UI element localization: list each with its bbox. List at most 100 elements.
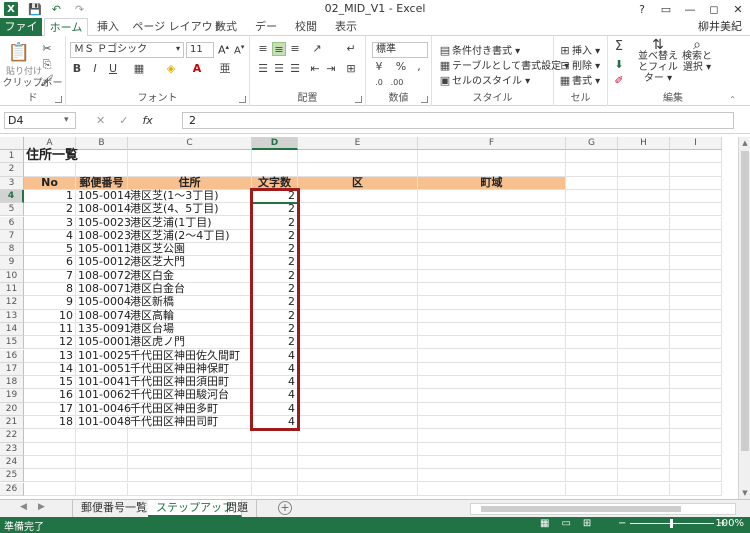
length-cell[interactable]: 2 bbox=[252, 202, 298, 217]
copy-icon[interactable]: ⎘ bbox=[40, 58, 54, 72]
length-cell[interactable]: 2 bbox=[252, 229, 298, 244]
cell[interactable] bbox=[618, 402, 670, 416]
column-header-f[interactable]: F bbox=[418, 137, 566, 150]
percent-icon[interactable]: % bbox=[394, 60, 408, 74]
row-header-3[interactable]: 3 bbox=[0, 176, 24, 190]
cell[interactable] bbox=[566, 416, 618, 430]
help-icon[interactable]: ? bbox=[630, 0, 654, 18]
bold-icon[interactable]: B bbox=[70, 62, 84, 76]
length-cell[interactable]: 2 bbox=[252, 296, 298, 310]
length-cell[interactable]: 2 bbox=[252, 335, 298, 350]
cell[interactable] bbox=[618, 269, 670, 283]
fill-icon[interactable]: ⬇ bbox=[612, 58, 626, 72]
cell[interactable] bbox=[418, 296, 566, 310]
cell[interactable] bbox=[618, 349, 670, 363]
cell[interactable] bbox=[252, 482, 298, 496]
row-header-12[interactable]: 12 bbox=[0, 296, 24, 310]
address-cell[interactable]: 港区芝浦(2～4丁目) bbox=[128, 229, 252, 244]
find-select-button[interactable]: ⌕ 検索と選択 ▾ bbox=[680, 38, 714, 73]
cell[interactable] bbox=[618, 203, 670, 217]
cell[interactable] bbox=[670, 416, 722, 430]
cell[interactable] bbox=[128, 482, 252, 496]
zip-cell[interactable]: 101-0046 bbox=[76, 402, 131, 416]
row-header-25[interactable]: 25 bbox=[0, 469, 24, 483]
column-header-e[interactable]: E bbox=[298, 137, 418, 150]
row-no-cell[interactable]: 3 bbox=[24, 216, 76, 230]
orientation-icon[interactable]: ↗ bbox=[310, 42, 324, 56]
zip-cell[interactable]: 105-0014 bbox=[76, 189, 131, 204]
cell[interactable] bbox=[670, 349, 722, 363]
row-header-17[interactable]: 17 bbox=[0, 362, 24, 377]
cell[interactable] bbox=[298, 482, 418, 496]
minimize-icon[interactable]: — bbox=[678, 0, 702, 18]
cell[interactable] bbox=[418, 269, 566, 283]
row-header-8[interactable]: 8 bbox=[0, 243, 24, 257]
cell[interactable] bbox=[618, 482, 670, 496]
sheet-tab-zip-list[interactable]: 郵便番号一覧 bbox=[72, 500, 156, 517]
cell[interactable] bbox=[566, 203, 618, 217]
grow-font-icon[interactable]: A▴ bbox=[218, 43, 229, 57]
cell[interactable] bbox=[670, 482, 722, 496]
page-break-view-icon[interactable]: ⊞ bbox=[583, 518, 591, 529]
header-cell[interactable]: 住所 bbox=[128, 176, 252, 190]
cell[interactable] bbox=[566, 389, 618, 403]
length-cell[interactable]: 2 bbox=[252, 269, 298, 283]
cell[interactable] bbox=[128, 163, 252, 177]
cell[interactable] bbox=[670, 402, 722, 416]
cell[interactable] bbox=[298, 389, 418, 403]
cell[interactable] bbox=[24, 163, 76, 177]
cell[interactable] bbox=[252, 442, 298, 456]
restore-icon[interactable]: ◻ bbox=[702, 0, 726, 18]
length-cell[interactable]: 2 bbox=[252, 322, 298, 337]
zip-cell[interactable]: 105-0012 bbox=[76, 256, 131, 270]
zip-cell[interactable]: 105-0001 bbox=[76, 335, 131, 350]
cell[interactable] bbox=[128, 150, 252, 164]
cell[interactable] bbox=[618, 216, 670, 230]
address-cell[interactable]: 港区芝(4、5丁目) bbox=[128, 202, 252, 217]
header-cell[interactable]: No bbox=[24, 176, 76, 190]
sheet-title-cell[interactable]: 住所一覧 bbox=[24, 149, 78, 164]
cell[interactable] bbox=[670, 189, 722, 204]
row-no-cell[interactable]: 14 bbox=[24, 362, 76, 377]
cell[interactable] bbox=[670, 256, 722, 270]
format-cells-button[interactable]: ▦ 書式 ▾ bbox=[558, 72, 600, 88]
cell[interactable] bbox=[670, 203, 722, 217]
address-cell[interactable]: 港区新橋 bbox=[128, 296, 252, 310]
cell[interactable] bbox=[670, 469, 722, 483]
cell[interactable] bbox=[618, 322, 670, 337]
cell[interactable] bbox=[24, 455, 76, 470]
wrap-text-icon[interactable]: ↵ bbox=[344, 42, 358, 56]
address-cell[interactable]: 千代田区神田多町 bbox=[128, 402, 252, 416]
cell[interactable] bbox=[298, 336, 418, 350]
cell[interactable] bbox=[418, 416, 566, 430]
cell[interactable] bbox=[418, 376, 566, 390]
length-cell[interactable]: 2 bbox=[252, 282, 298, 297]
row-header-6[interactable]: 6 bbox=[0, 216, 24, 230]
address-cell[interactable]: 千代田区神田佐久間町 bbox=[128, 349, 252, 363]
tab-data[interactable]: データ bbox=[250, 18, 282, 51]
row-no-cell[interactable]: 9 bbox=[24, 296, 76, 310]
cell[interactable] bbox=[298, 309, 418, 323]
select-all-corner[interactable] bbox=[0, 137, 24, 150]
row-header-7[interactable]: 7 bbox=[0, 229, 24, 244]
cell[interactable] bbox=[418, 389, 566, 403]
merge-center-icon[interactable]: ⊞ bbox=[344, 62, 358, 76]
cell[interactable] bbox=[566, 283, 618, 297]
tab-home[interactable]: ホーム bbox=[44, 18, 88, 37]
zip-cell[interactable]: 101-0048 bbox=[76, 415, 131, 430]
cell[interactable] bbox=[24, 482, 76, 496]
close-icon[interactable]: ✕ bbox=[726, 0, 750, 18]
cell[interactable] bbox=[670, 229, 722, 244]
normal-view-icon[interactable]: ▦ bbox=[540, 518, 549, 529]
cell[interactable] bbox=[566, 402, 618, 416]
zip-cell[interactable]: 108-0072 bbox=[76, 269, 131, 283]
comma-icon[interactable]: , bbox=[412, 60, 426, 74]
currency-icon[interactable]: ¥ bbox=[372, 60, 386, 74]
cell[interactable] bbox=[566, 150, 618, 164]
cancel-entry-icon[interactable]: ✕ bbox=[96, 112, 105, 129]
cell[interactable] bbox=[418, 322, 566, 337]
cell[interactable] bbox=[418, 229, 566, 244]
cell[interactable] bbox=[566, 163, 618, 177]
cell[interactable] bbox=[298, 322, 418, 337]
row-no-cell[interactable]: 13 bbox=[24, 349, 76, 363]
